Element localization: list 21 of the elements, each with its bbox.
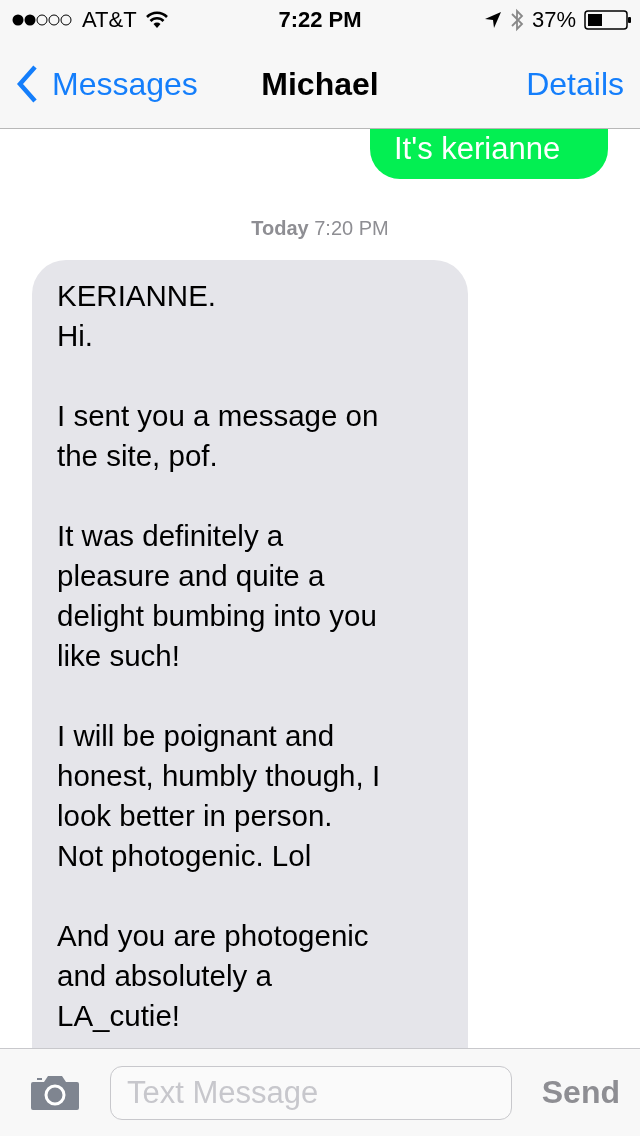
details-button[interactable]: Details (526, 65, 624, 103)
message-paragraph: KERIANNE. Hi. (57, 278, 216, 354)
bluetooth-icon (509, 8, 524, 32)
back-button[interactable]: Messages (16, 65, 198, 103)
sent-message-bubble: It's kerianne (370, 129, 608, 179)
carrier: AT&T (82, 7, 137, 33)
signal-icon (12, 13, 74, 27)
camera-icon[interactable] (30, 1073, 80, 1112)
message-paragraph: And you are photogenic and absolutely a LA_cutie! (57, 918, 369, 1034)
location-arrow-icon (483, 11, 502, 29)
message-paragraph: It was definitely a pleasure and quite a delight bumbing into you like such! (57, 518, 377, 674)
battery-icon (584, 9, 632, 31)
message-paragraph: I will be poignant and honest, humbly though, I look better in person. Not photogenic. Lol (57, 718, 381, 874)
wifi-icon (144, 11, 169, 29)
contact-name: Michael (261, 65, 379, 103)
clock: 7:22 PM (278, 7, 362, 33)
chevron-left-icon (16, 65, 38, 103)
message-paragraph: I sent you a message on the site, pof. (57, 398, 379, 474)
battery-percent: 37% (531, 7, 576, 33)
timestamp: Today 7:20 PM (250, 217, 390, 240)
send-button[interactable]: Send (541, 1074, 620, 1111)
